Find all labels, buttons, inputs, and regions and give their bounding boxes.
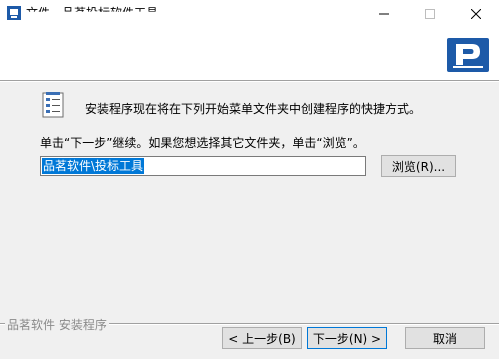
browse-button[interactable]: 浏览(R)...: [381, 155, 456, 177]
app-icon: [7, 6, 21, 20]
minimize-icon: [379, 13, 389, 15]
close-button[interactable]: [453, 0, 499, 28]
instruction-text: 单击“下一步”继续。如果您想选择其它文件夹，单击“浏览”。: [40, 136, 365, 150]
close-icon: [471, 9, 481, 19]
window-title: 文件 - 品茗投标软件工具: [26, 6, 158, 20]
maximize-icon: [425, 9, 435, 19]
cancel-button[interactable]: 取消: [405, 327, 485, 349]
setup-wizard-window: 文件 - 品茗投标软件工具 安装程序现在将在下列开始菜单文件夹中创建程序的快捷方…: [0, 0, 499, 359]
title-bar: 文件 - 品茗投标软件工具: [0, 0, 499, 28]
next-button[interactable]: 下一步(N) >: [307, 327, 387, 349]
brand-text: 品茗软件 安装程序: [5, 316, 109, 333]
minimize-button[interactable]: [361, 0, 407, 28]
intro-text: 安装程序现在将在下列开始菜单文件夹中创建程序的快捷方式。: [85, 102, 422, 116]
header-panel: [0, 28, 499, 80]
shortcut-list-icon: [42, 92, 64, 118]
back-button[interactable]: < 上一步(B): [222, 327, 302, 349]
start-menu-folder-input[interactable]: 品茗软件\投标工具: [40, 156, 366, 176]
pinming-logo-icon: [447, 38, 489, 72]
folder-input-value: 品茗软件\投标工具: [42, 158, 145, 174]
header-divider-highlight: [0, 81, 499, 82]
maximize-button[interactable]: [407, 0, 453, 28]
